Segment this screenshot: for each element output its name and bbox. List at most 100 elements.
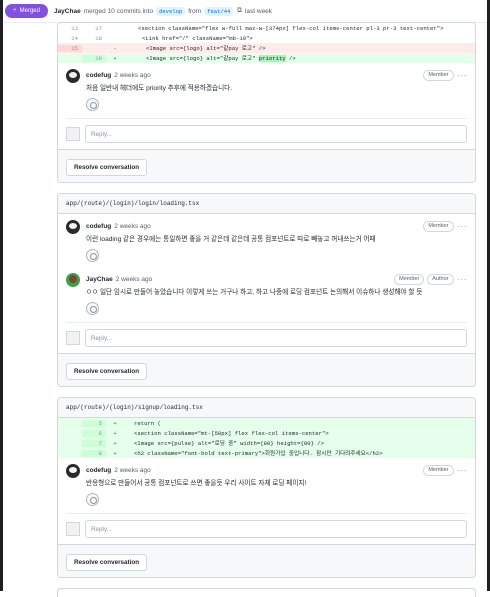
avatar[interactable] xyxy=(66,220,80,234)
review-comment: codefug 2 weeks ago Member ··· 처음 일반내 헤더… xyxy=(58,63,475,116)
review-comment: codefug 2 weeks ago Member ··· 이런 loadin… xyxy=(58,214,475,267)
new-line-number: 5 xyxy=(82,419,106,427)
reply-avatar xyxy=(66,522,80,536)
next-thread-stub xyxy=(57,588,476,597)
comment-author[interactable]: codefug xyxy=(86,223,111,230)
resolve-conversation-button[interactable]: Resolve conversation xyxy=(66,363,148,380)
diff-line-added: 8 + <h2 className="font-bold text-primar… xyxy=(58,448,475,458)
comment-author[interactable]: codefug xyxy=(86,72,111,79)
avatar[interactable] xyxy=(66,464,80,478)
comment-time[interactable]: 2 weeks ago xyxy=(114,223,151,230)
comment-text: ㅇㅇ 일단 임시로 만들어 놓았습니다 이렇게 쓰는 거구나 하고, 하고 나중… xyxy=(86,289,423,296)
review-thread: app/(route)/(login)/signup/loading.tsx 5… xyxy=(57,397,476,578)
diff-code: <Image src={logo} alt="같pay 로고" priority… xyxy=(124,54,296,62)
diff-code-part: /> xyxy=(285,55,296,62)
more-options-icon[interactable]: ··· xyxy=(458,71,468,80)
resolve-conversation-button[interactable]: Resolve conversation xyxy=(66,159,148,176)
pr-status-bar: ⑂ Merged JayChae merged 10 commits into … xyxy=(3,0,487,23)
resolve-bar: Resolve conversation xyxy=(58,149,475,182)
diff-code: <section className="flex w-full max-w-[3… xyxy=(138,24,444,32)
diff-line-added: 19 + <Image src={logo} alt="같pay 로고" pri… xyxy=(58,53,475,63)
old-line-number: 14 xyxy=(71,34,78,42)
comment-time[interactable]: 2 weeks ago xyxy=(114,72,151,79)
diff-marker: + xyxy=(113,439,117,447)
review-threads: 13 17 <section className="flex w-full ma… xyxy=(57,22,476,597)
diff-line: 14 18 <Link href="/" className="mb-10"> xyxy=(58,33,475,43)
diff-marker: + xyxy=(113,54,117,62)
add-reaction-icon[interactable] xyxy=(86,249,99,262)
reply-row: Reply... xyxy=(66,118,467,143)
diff-code-part: <Image src={logo} alt="같pay 로고" xyxy=(146,55,259,62)
member-badge: Member xyxy=(423,69,454,81)
reply-row: Reply... xyxy=(66,513,467,538)
member-badge: Member xyxy=(394,273,425,285)
review-comment: JayChae 2 weeks ago Member Author ··· ㅇㅇ… xyxy=(58,267,475,320)
merge-icon: ⑂ xyxy=(13,8,17,14)
review-thread: app/(route)/(login)/login/loading.tsx co… xyxy=(57,193,476,387)
more-options-icon[interactable]: ··· xyxy=(458,466,468,475)
new-line-number: 7 xyxy=(82,439,106,447)
diff-snippet: 5 + return ( 6 + <section className="mt-… xyxy=(58,418,475,458)
avatar[interactable] xyxy=(66,69,80,83)
new-line-number: 19 xyxy=(82,54,106,62)
merged-badge-label: Merged xyxy=(19,8,40,14)
diff-line-added: 5 + return ( xyxy=(58,418,475,428)
diff-code: <section className="mt-[50px] flex flex-… xyxy=(134,429,329,437)
add-reaction-icon[interactable] xyxy=(86,302,99,315)
reply-row: Reply... xyxy=(66,322,467,347)
from-text: from xyxy=(188,7,202,15)
comment-text: 이런 loading 같은 경우에는 통일하면 좋을 거 같은데 같은데 공통 … xyxy=(86,236,376,243)
member-badge: Member xyxy=(423,464,454,476)
comment-author[interactable]: JayChae xyxy=(86,276,113,283)
diff-line: 13 17 <section className="flex w-full ma… xyxy=(58,23,475,33)
new-line-number: 18 xyxy=(95,34,102,42)
reply-input[interactable]: Reply... xyxy=(85,329,467,347)
resolve-conversation-button[interactable]: Resolve conversation xyxy=(66,554,148,571)
diff-code: <h2 className="font-bold text-primary">회… xyxy=(134,450,383,457)
diff-marker: + xyxy=(113,419,117,427)
comment-author[interactable]: codefug xyxy=(86,467,111,474)
diff-line-added: 6 + <section className="mt-[50px] flex f… xyxy=(58,428,475,438)
reply-input[interactable]: Reply... xyxy=(85,520,467,538)
review-comment: codefug 2 weeks ago Member ··· 반응형으로 만들어… xyxy=(58,458,475,511)
resolve-bar: Resolve conversation xyxy=(58,353,475,386)
merged-badge: ⑂ Merged xyxy=(5,4,48,18)
old-line-number: 13 xyxy=(71,24,78,32)
avatar[interactable] xyxy=(66,273,80,287)
merge-text: merged 10 commits into xyxy=(83,7,154,15)
base-branch[interactable]: develop xyxy=(156,6,186,16)
merge-time: last week xyxy=(244,7,273,15)
reply-avatar xyxy=(66,127,80,141)
pr-author-link[interactable]: JayChae xyxy=(54,8,81,15)
comment-time[interactable]: 2 weeks ago xyxy=(114,467,151,474)
review-thread: 13 17 <section className="flex w-full ma… xyxy=(57,22,476,183)
add-reaction-icon[interactable] xyxy=(86,493,99,506)
author-badge: Author xyxy=(427,273,454,285)
file-path[interactable]: app/(route)/(login)/login/loading.tsx xyxy=(58,194,475,214)
diff-snippet: 13 17 <section className="flex w-full ma… xyxy=(58,23,475,63)
new-line-number: 8 xyxy=(82,449,106,457)
diff-marker: + xyxy=(113,449,117,457)
diff-code: <Image src={logo} alt="같pay 로고" /> xyxy=(146,45,266,52)
diff-code: <Image src={pulse} alt="로딩 중" width={80}… xyxy=(134,440,324,447)
resolve-bar: Resolve conversation xyxy=(58,544,475,577)
reply-input[interactable]: Reply... xyxy=(85,125,467,143)
diff-marker: - xyxy=(113,44,117,52)
reply-avatar xyxy=(66,331,80,345)
member-badge: Member xyxy=(423,220,454,232)
file-path[interactable]: app/(route)/(login)/signup/loading.tsx xyxy=(58,398,475,418)
comment-time[interactable]: 2 weeks ago xyxy=(116,276,153,283)
diff-line-deleted: 15 - <Image src={logo} alt="같pay 로고" /> xyxy=(58,43,475,53)
diff-line-added: 7 + <Image src={pulse} alt="로딩 중" width=… xyxy=(58,438,475,448)
more-options-icon[interactable]: ··· xyxy=(458,275,468,284)
comment-text: 처음 일반내 헤더에도 priority 추후에 적용하겠습니다. xyxy=(86,85,233,92)
new-line-number: 17 xyxy=(95,24,102,32)
add-reaction-icon[interactable] xyxy=(86,98,99,111)
new-line-number: 6 xyxy=(82,429,106,437)
diff-code: <Link href="/" className="mb-10"> xyxy=(142,34,253,42)
diff-code-highlight: priority xyxy=(258,55,286,62)
copy-icon[interactable]: ⧉ xyxy=(237,7,242,15)
more-options-icon[interactable]: ··· xyxy=(458,222,468,231)
head-branch[interactable]: feat/44 xyxy=(204,6,234,16)
diff-code: return ( xyxy=(134,419,161,427)
